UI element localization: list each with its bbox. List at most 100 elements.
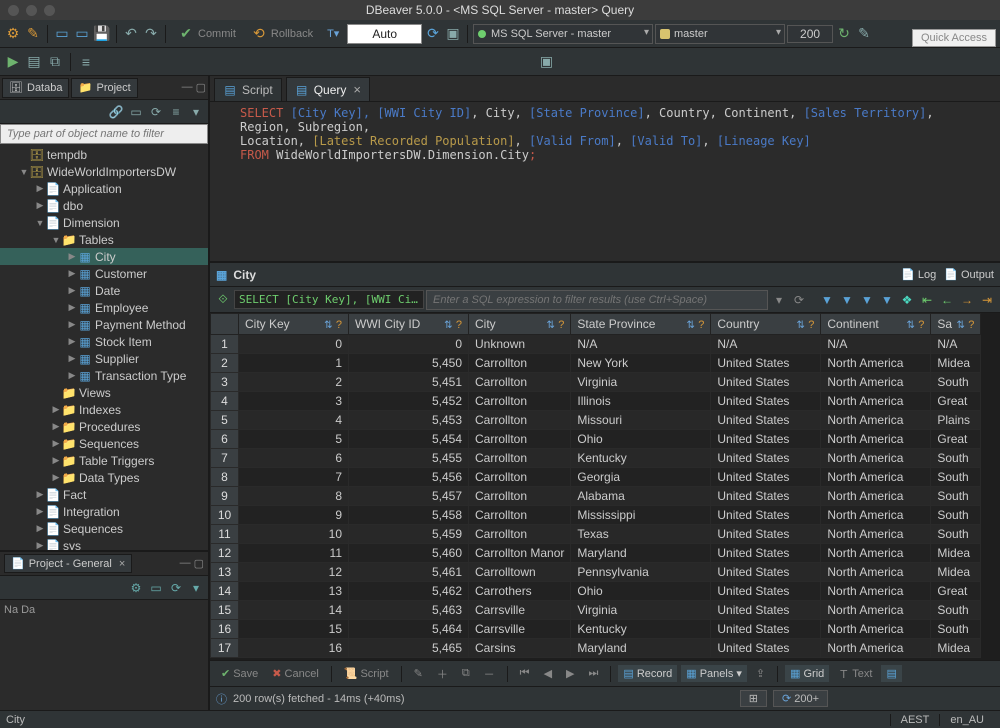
table-row[interactable]: 1095,458CarrolltonMississippiUnited Stat… [211, 506, 981, 525]
tree-item[interactable]: ▶📄Integration [0, 503, 208, 520]
cell[interactable]: 2 [239, 373, 349, 392]
cell[interactable]: South [931, 373, 981, 392]
expand-icon[interactable]: ▼ [50, 235, 62, 245]
minimize-window-icon[interactable] [26, 5, 37, 16]
cell[interactable]: 16 [239, 639, 349, 658]
table-row[interactable]: 545,453CarrolltonMissouriUnited StatesNo… [211, 411, 981, 430]
cell[interactable]: United States [711, 392, 821, 411]
cell[interactable]: Texas [571, 525, 711, 544]
next-page-icon[interactable]: ▶ [561, 665, 579, 682]
cell[interactable]: United States [711, 601, 821, 620]
tree-item[interactable]: ▶▦Transaction Type [0, 367, 208, 384]
tree-item[interactable]: ▶▦Date [0, 282, 208, 299]
sort-icon[interactable]: ⇅ [797, 320, 805, 331]
cell[interactable]: North America [821, 468, 931, 487]
row-number[interactable]: 16 [211, 620, 239, 639]
row-number[interactable]: 5 [211, 411, 239, 430]
cell[interactable]: 0 [239, 335, 349, 354]
minimize-icon[interactable]: — [180, 557, 191, 570]
record-button[interactable]: ▤Record [618, 665, 677, 682]
filter-icon[interactable]: ▼ [818, 291, 836, 309]
table-row[interactable]: 985,457CarrolltonAlabamaUnited StatesNor… [211, 487, 981, 506]
collapse-icon[interactable]: ▭ [148, 580, 164, 596]
dup-row-icon[interactable]: ⧉ [457, 665, 475, 682]
cell[interactable]: North America [821, 449, 931, 468]
cell[interactable]: Midea [931, 354, 981, 373]
row-number[interactable]: 1 [211, 335, 239, 354]
row-number[interactable]: 15 [211, 601, 239, 620]
filter-expression-input[interactable] [426, 290, 768, 310]
cell[interactable]: Great [931, 392, 981, 411]
tree-item[interactable]: ▶▦Payment Method [0, 316, 208, 333]
cell[interactable]: United States [711, 468, 821, 487]
expand-icon[interactable]: ▶ [34, 540, 46, 550]
minimize-icon[interactable]: — [182, 81, 193, 94]
dropdown-icon[interactable]: ▾ [188, 104, 204, 120]
editor-tab[interactable]: ▤ Query× [286, 77, 370, 101]
expand-icon[interactable]: ▶ [66, 285, 78, 296]
table-row[interactable]: 17165,465CarsinsMarylandUnited StatesNor… [211, 639, 981, 658]
tree-item[interactable]: ▶📄Application [0, 180, 208, 197]
menu-icon[interactable]: ≡ [168, 104, 184, 120]
run-script-icon[interactable]: ▤ [25, 53, 43, 71]
cell[interactable]: 10 [239, 525, 349, 544]
project-general-tab[interactable]: 📄 Project - General × [4, 554, 132, 573]
cell[interactable]: 5,461 [349, 563, 469, 582]
column-header[interactable]: City⇅ ? [469, 314, 571, 335]
filter-icon[interactable]: ? [918, 319, 924, 331]
cell[interactable]: Ohio [571, 430, 711, 449]
last-icon[interactable]: ⏭ [584, 665, 604, 682]
connection-combo[interactable]: MS SQL Server - master ▾ [473, 24, 653, 44]
cell[interactable]: United States [711, 430, 821, 449]
cell[interactable]: South [931, 449, 981, 468]
expand-icon[interactable]: ▼ [34, 218, 46, 228]
cell[interactable]: Alabama [571, 487, 711, 506]
cell[interactable]: South [931, 468, 981, 487]
sql-editor[interactable]: SELECT [City Key], [WWI City ID], City, … [210, 102, 1000, 262]
cell[interactable]: Carrollton [469, 506, 571, 525]
refresh-icon[interactable]: ⟳ [168, 580, 184, 596]
cell[interactable]: United States [711, 544, 821, 563]
cell[interactable]: United States [711, 620, 821, 639]
database-combo[interactable]: master ▾ [655, 24, 785, 44]
filter-icon[interactable]: ? [336, 319, 342, 331]
results-grid[interactable]: City Key⇅ ?WWI City ID⇅ ?City⇅ ?State Pr… [210, 313, 981, 658]
row-number[interactable]: 2 [211, 354, 239, 373]
cell[interactable]: 5,459 [349, 525, 469, 544]
cell[interactable]: North America [821, 354, 931, 373]
cell[interactable]: Maryland [571, 544, 711, 563]
grid-button[interactable]: ▦Grid [785, 665, 829, 682]
column-header[interactable]: WWI City ID⇅ ? [349, 314, 469, 335]
row-number[interactable]: 4 [211, 392, 239, 411]
table-row[interactable]: 13125,461CarrolltownPennsylvaniaUnited S… [211, 563, 981, 582]
edit-icon[interactable]: ✎ [409, 665, 428, 682]
cell[interactable]: North America [821, 373, 931, 392]
sort-icon[interactable]: ⇅ [907, 320, 915, 331]
filter-icon[interactable]: ? [456, 319, 462, 331]
folder-icon[interactable]: ▭ [53, 25, 71, 43]
settings-icon[interactable]: ❖ [898, 291, 916, 309]
filter2-icon[interactable]: ▼ [838, 291, 856, 309]
cell[interactable]: Pennsylvania [571, 563, 711, 582]
expand-icon[interactable]: ▶ [34, 523, 46, 534]
cell[interactable]: Midea [931, 639, 981, 658]
cell[interactable]: Maryland [571, 639, 711, 658]
tree-item[interactable]: ▼📄Dimension [0, 214, 208, 231]
cell[interactable]: 5,452 [349, 392, 469, 411]
refresh-icon[interactable]: ⟳ [148, 104, 164, 120]
cell[interactable]: Great [931, 430, 981, 449]
cell[interactable]: Illinois [571, 392, 711, 411]
expand-icon[interactable]: ▶ [34, 489, 46, 500]
cell[interactable]: North America [821, 639, 931, 658]
row-number[interactable]: 14 [211, 582, 239, 601]
format-icon[interactable]: ≡ [77, 53, 95, 71]
expand-icon[interactable]: ▶ [34, 183, 46, 194]
cell[interactable]: North America [821, 544, 931, 563]
perspective-icon[interactable]: ▣ [538, 53, 556, 71]
cancel-button[interactable]: ✖Cancel [267, 665, 323, 682]
expand-icon[interactable]: ▶ [66, 336, 78, 347]
tree-item[interactable]: ▶📁Procedures [0, 418, 208, 435]
tree-item[interactable]: ▶▦City [0, 248, 208, 265]
back-icon[interactable]: ← [938, 291, 956, 309]
cell[interactable]: N/A [571, 335, 711, 354]
